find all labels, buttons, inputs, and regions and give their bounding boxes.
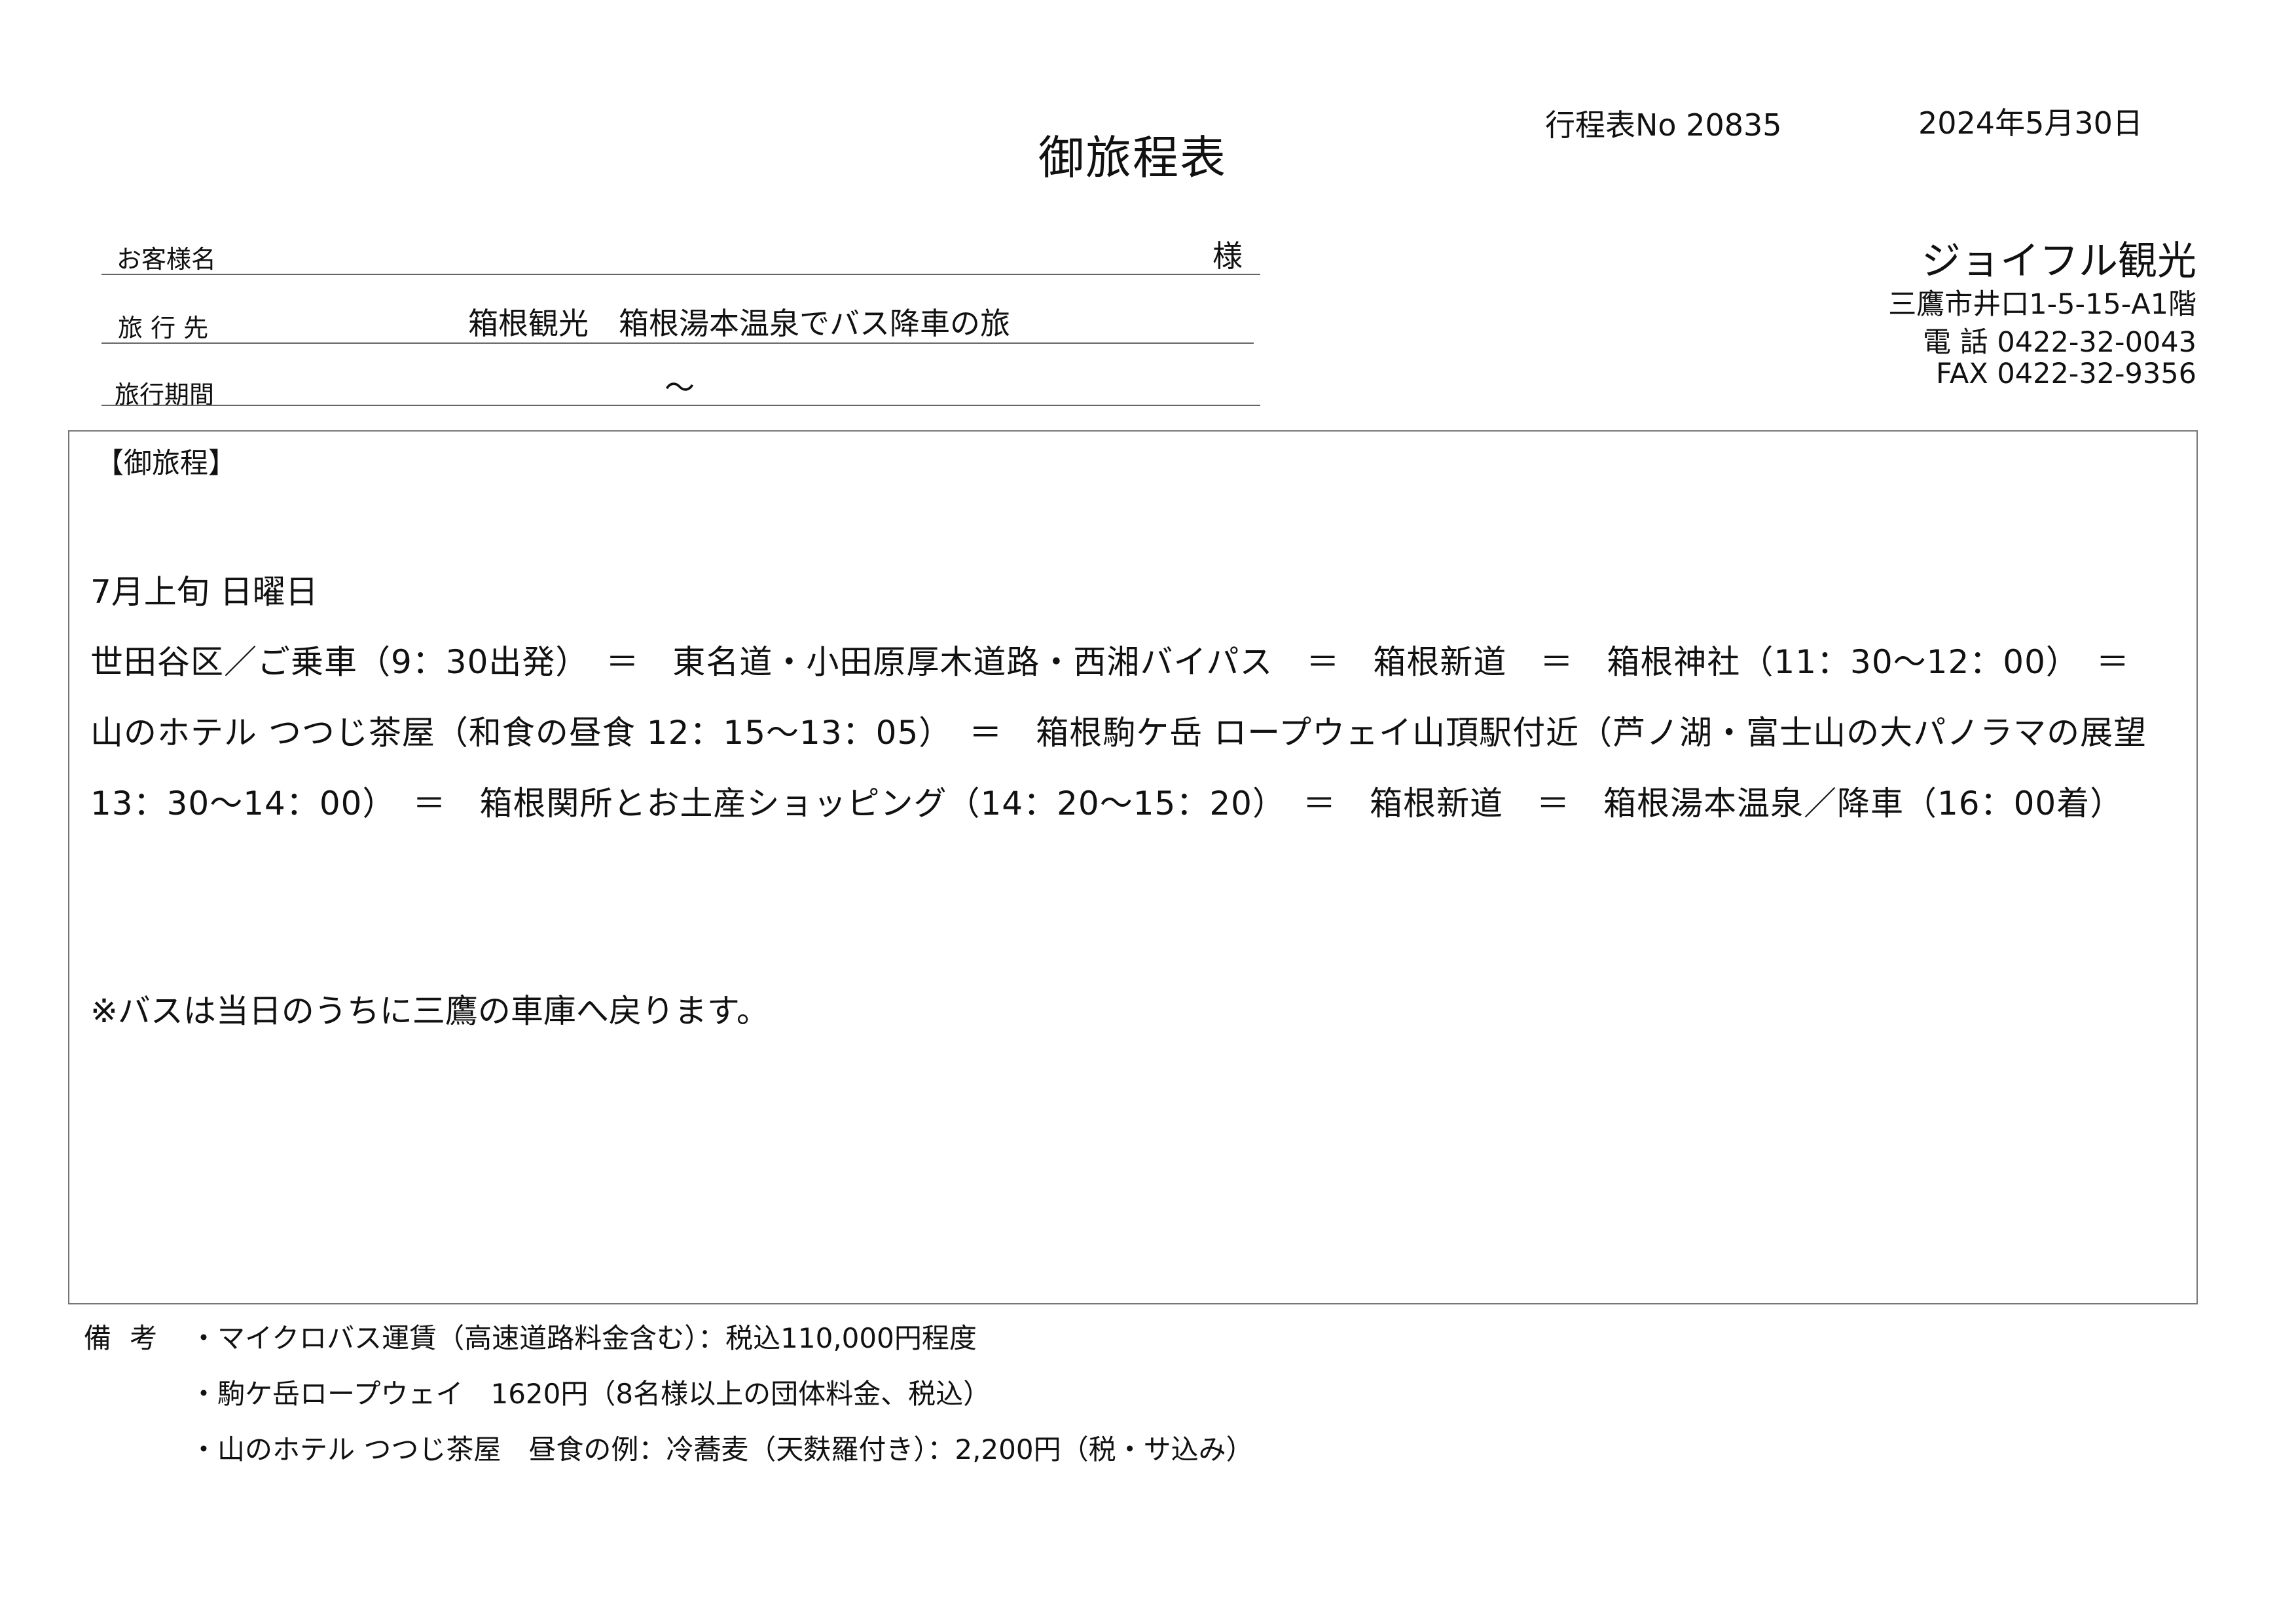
- document-date: 2024年5月30日: [1918, 105, 2143, 141]
- remark-item: ・駒ケ岳ロープウェイ 1620円（8名様以上の団体料金、税込）: [190, 1378, 991, 1410]
- itinerary-heading: 【御旅程】: [96, 447, 236, 480]
- company-address: 三鷹市井口1-5-15-A1階: [1888, 288, 2196, 321]
- company-fax: FAX 0422-32-9356: [1936, 358, 2196, 390]
- company-name: ジョイフル観光: [1922, 238, 2196, 284]
- customer-honorific: 様: [1212, 238, 1243, 274]
- itinerary-box: 【御旅程】 7月上旬 日曜日 世田谷区／ご乗車（9：30出発） ＝ 東名道・小田…: [68, 430, 2198, 1304]
- travel-period-underline: [101, 405, 1260, 406]
- travel-period-value: ～: [665, 370, 695, 405]
- remark-item: ・マイクロバス運賃（高速道路料金含む）：税込110,000円程度: [190, 1322, 977, 1354]
- customer-name-label: お客様名: [117, 245, 217, 274]
- remarks-label: 備考: [84, 1322, 176, 1354]
- remark-item: ・山のホテル つつじ茶屋 昼食の例：冷蕎麦（天麩羅付き）：2,200円（税・サ込…: [190, 1433, 1254, 1466]
- itinerary-route: 世田谷区／ご乗車（9：30出発） ＝ 東名道・小田原厚木道路・西湘バイパス ＝ …: [90, 643, 2181, 822]
- document-number: 行程表No 20835: [1545, 107, 1782, 143]
- destination-value: 箱根観光 箱根湯本温泉でバス降車の旅: [468, 306, 1010, 341]
- itinerary-note: ※バスは当日のうちに三鷹の車庫へ戻ります。: [90, 992, 769, 1030]
- destination-underline: [101, 342, 1254, 344]
- customer-name-underline: [101, 274, 1260, 275]
- destination-label: 旅 行 先: [118, 314, 209, 342]
- itinerary-day: 7月上旬 日曜日: [90, 573, 318, 611]
- company-phone: 電 話 0422-32-0043: [1923, 326, 2196, 359]
